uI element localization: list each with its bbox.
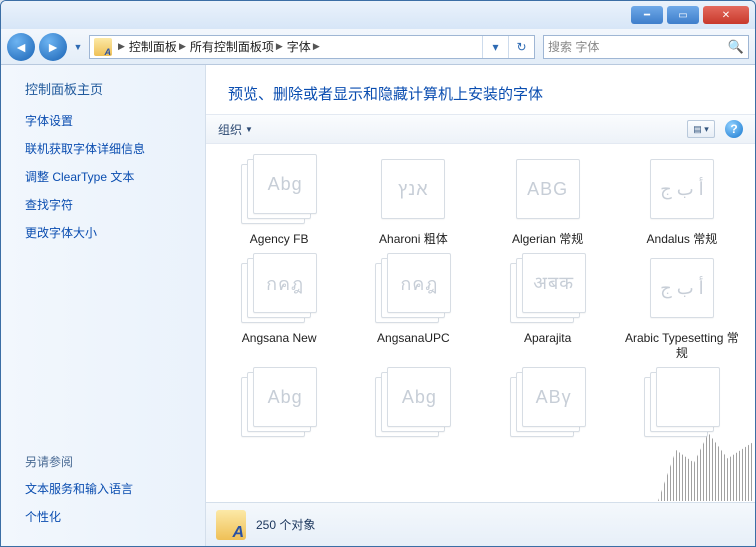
chevron-right-icon: ▶ (313, 41, 320, 52)
see-also-text-services[interactable]: 文本服务和输入语言 (25, 480, 187, 497)
addr-dropdown[interactable]: ▾ (482, 36, 508, 58)
font-sample: أ ب ج (660, 278, 704, 299)
organize-menu[interactable]: 组织 ▼ (218, 121, 253, 138)
font-name-label: Arabic Typesetting 常规 (622, 331, 742, 361)
search-icon[interactable]: 🔍 (728, 39, 744, 55)
sidebar-link-font-settings[interactable]: 字体设置 (25, 112, 187, 129)
font-thumb: ABG (508, 154, 588, 226)
font-thumb: Abg (239, 154, 319, 226)
status-count: 250 个对象 (256, 516, 315, 533)
font-name-label: Andalus 常规 (647, 232, 718, 247)
sidebar-link-find-char[interactable]: 查找字符 (25, 196, 187, 213)
see-also-header: 另请参阅 (25, 453, 187, 470)
search-input[interactable]: 搜索 字体 🔍 (543, 35, 749, 59)
nav-bar: ◄ ► ▼ ▶控制面板 ▶所有控制面板项 ▶字体 ▶ ▾ ↻ 搜索 字体 🔍 (1, 29, 755, 65)
font-sample: Abg (402, 387, 437, 408)
font-item[interactable]: กคฎ Angsana New (214, 253, 344, 361)
font-thumb: Abg (373, 367, 453, 439)
chevron-right-icon: ▶ (179, 41, 186, 52)
fonts-folder-icon (216, 510, 246, 540)
font-name-label: Aparajita (524, 331, 571, 346)
font-item[interactable] (617, 367, 747, 445)
help-icon[interactable]: ? (725, 120, 743, 138)
page-title: 预览、删除或者显示和隐藏计算机上安装的字体 (206, 65, 755, 114)
sidebar-link-font-size[interactable]: 更改字体大小 (25, 224, 187, 241)
font-thumb: अबक (508, 253, 588, 325)
font-sample: กคฎ (266, 269, 304, 298)
font-thumb: Abg (239, 367, 319, 439)
refresh-button[interactable]: ↻ (508, 36, 534, 58)
see-also-personalization[interactable]: 个性化 (25, 508, 187, 525)
font-item[interactable]: אנץ Aharoni 粗体 (348, 154, 478, 247)
font-sample: Abg (268, 174, 303, 195)
font-name-label: Algerian 常规 (512, 232, 583, 247)
font-sample: אנץ (398, 179, 428, 200)
forward-button[interactable]: ► (39, 33, 67, 61)
font-item[interactable]: Abg (348, 367, 478, 445)
font-thumb: أ ب ج (642, 253, 722, 325)
minimize-button[interactable]: ━ (631, 6, 663, 24)
font-sample: ΑΒγ (536, 387, 572, 408)
font-item[interactable]: ΑΒγ (483, 367, 613, 445)
font-name-label: Angsana New (242, 331, 317, 346)
font-thumb: กคฎ (373, 253, 453, 325)
font-thumb: กคฎ (239, 253, 319, 325)
font-name-label: Agency FB (250, 232, 309, 247)
sidebar-link-cleartype[interactable]: 调整 ClearType 文本 (25, 168, 187, 185)
font-name-label: Aharoni 粗体 (379, 232, 448, 247)
view-options-button[interactable]: ▤ ▾ (687, 120, 715, 138)
chevron-right-icon: ▶ (118, 41, 125, 52)
fonts-folder-icon (94, 38, 112, 56)
search-placeholder: 搜索 字体 (548, 38, 599, 55)
title-bar: ━ ▭ ✕ (1, 1, 755, 29)
crumb-fonts[interactable]: 字体 (287, 38, 311, 55)
font-item[interactable]: Abg Agency FB (214, 154, 344, 247)
status-bar: 250 个对象 (206, 502, 755, 546)
back-button[interactable]: ◄ (7, 33, 35, 61)
toolbar: 组织 ▼ ▤ ▾ ? (206, 114, 755, 144)
font-thumb (642, 367, 722, 439)
maximize-button[interactable]: ▭ (667, 6, 699, 24)
sidebar-link-get-fonts-online[interactable]: 联机获取字体详细信息 (25, 140, 187, 157)
font-item[interactable]: अबक Aparajita (483, 253, 613, 361)
address-bar[interactable]: ▶控制面板 ▶所有控制面板项 ▶字体 ▶ ▾ ↻ (89, 35, 535, 59)
sidebar: 控制面板主页 字体设置 联机获取字体详细信息 调整 ClearType 文本 查… (1, 65, 206, 546)
font-sample: Abg (268, 387, 303, 408)
font-sample: ABG (527, 179, 568, 200)
font-item[interactable]: ABG Algerian 常规 (483, 154, 613, 247)
font-thumb: ΑΒγ (508, 367, 588, 439)
font-item[interactable]: Abg (214, 367, 344, 445)
crumb-control-panel[interactable]: 控制面板 (129, 38, 177, 55)
crumb-all-items[interactable]: 所有控制面板项 (190, 38, 274, 55)
font-name-label: AngsanaUPC (377, 331, 450, 346)
control-panel-home-link[interactable]: 控制面板主页 (25, 79, 187, 98)
font-sample: अबक (533, 271, 574, 295)
font-item[interactable]: أ ب ج Andalus 常规 (617, 154, 747, 247)
font-thumb: אנץ (373, 154, 453, 226)
font-sample: أ ب ج (660, 179, 704, 200)
font-item[interactable]: أ ب ج Arabic Typesetting 常规 (617, 253, 747, 361)
close-button[interactable]: ✕ (703, 6, 749, 24)
font-item[interactable]: กคฎ AngsanaUPC (348, 253, 478, 361)
font-grid: Abg Agency FB אנץ Aharoni 粗体 ABG Algerian 常规 أ… (206, 144, 755, 502)
nav-history-dropdown[interactable]: ▼ (71, 38, 85, 56)
chevron-right-icon: ▶ (276, 41, 283, 52)
font-sample: กคฎ (400, 269, 438, 298)
font-thumb: أ ب ج (642, 154, 722, 226)
chevron-down-icon: ▼ (245, 125, 253, 134)
